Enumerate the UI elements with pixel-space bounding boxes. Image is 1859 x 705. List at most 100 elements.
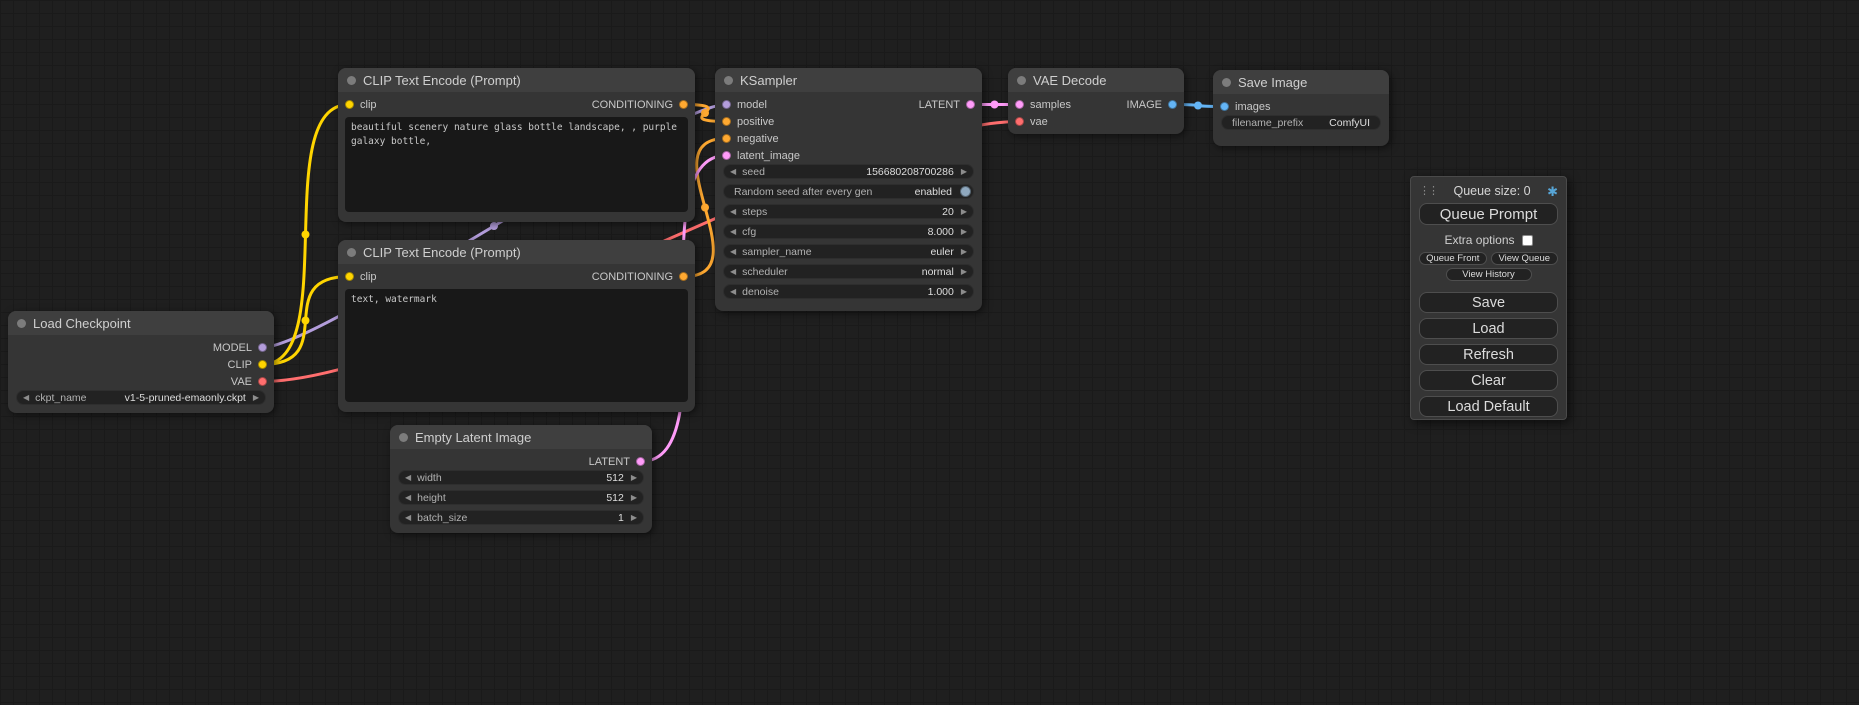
prompt-textarea[interactable]: text, watermark bbox=[345, 289, 688, 402]
load-button[interactable]: Load bbox=[1419, 318, 1558, 339]
widget-label: seed bbox=[742, 166, 765, 178]
decrement-arrow-icon[interactable]: ◀ bbox=[730, 268, 736, 276]
slot-row: clip CONDITIONING bbox=[338, 268, 695, 285]
output-port-conditioning[interactable] bbox=[679, 100, 688, 109]
prompt-textarea[interactable]: beautiful scenery nature glass bottle la… bbox=[345, 117, 688, 212]
increment-arrow-icon[interactable]: ▶ bbox=[631, 514, 637, 522]
view-queue-button[interactable]: View Queue bbox=[1491, 252, 1559, 265]
decrement-arrow-icon[interactable]: ◀ bbox=[730, 168, 736, 176]
input-port-clip[interactable] bbox=[345, 100, 354, 109]
queue-prompt-button[interactable]: Queue Prompt bbox=[1419, 203, 1558, 225]
refresh-button[interactable]: Refresh bbox=[1419, 344, 1558, 365]
widget-cfg[interactable]: ◀ cfg 8.000 ▶ bbox=[723, 224, 974, 239]
widget-batch-size[interactable]: ◀ batch_size 1 ▶ bbox=[398, 510, 644, 525]
widget-seed[interactable]: ◀ seed 156680208700286 ▶ bbox=[723, 164, 974, 179]
node-title-bar[interactable]: CLIP Text Encode (Prompt) bbox=[338, 68, 695, 92]
output-port-clip[interactable] bbox=[258, 360, 267, 369]
drag-handle-icon[interactable]: ⋮⋮ bbox=[1419, 186, 1437, 197]
input-port-clip[interactable] bbox=[345, 272, 354, 281]
widget-value: 512 bbox=[606, 472, 624, 484]
collapse-dot-icon[interactable] bbox=[399, 433, 408, 442]
node-ksampler[interactable]: KSampler model LATENT positive bbox=[715, 68, 982, 311]
widget-sampler-name[interactable]: ◀ sampler_name euler ▶ bbox=[723, 244, 974, 259]
decrement-arrow-icon[interactable]: ◀ bbox=[730, 248, 736, 256]
input-port-negative[interactable] bbox=[722, 134, 731, 143]
slot-row: samples IMAGE bbox=[1008, 96, 1184, 113]
node-title-bar[interactable]: Save Image bbox=[1213, 70, 1389, 94]
node-vae-decode[interactable]: VAE Decode samples IMAGE vae bbox=[1008, 68, 1184, 134]
widget-width[interactable]: ◀ width 512 ▶ bbox=[398, 470, 644, 485]
increment-arrow-icon[interactable]: ▶ bbox=[961, 208, 967, 216]
slot-row: images bbox=[1213, 98, 1389, 115]
seed-toggle-knob[interactable] bbox=[960, 186, 971, 197]
settings-gear-icon[interactable]: ✱ bbox=[1547, 185, 1558, 198]
node-title-bar[interactable]: Empty Latent Image bbox=[390, 425, 652, 449]
output-port-latent[interactable] bbox=[636, 457, 645, 466]
increment-arrow-icon[interactable]: ▶ bbox=[961, 228, 967, 236]
increment-arrow-icon[interactable]: ▶ bbox=[631, 494, 637, 502]
widget-value: ComfyUI bbox=[1329, 117, 1370, 129]
node-title-bar[interactable]: CLIP Text Encode (Prompt) bbox=[338, 240, 695, 264]
view-history-button[interactable]: View History bbox=[1446, 268, 1532, 281]
widget-height[interactable]: ◀ height 512 ▶ bbox=[398, 490, 644, 505]
load-default-button[interactable]: Load Default bbox=[1419, 396, 1558, 417]
widget-filename-prefix[interactable]: filename_prefix ComfyUI bbox=[1221, 115, 1381, 130]
graph-canvas[interactable]: Load Checkpoint MODEL CLIP VAE bbox=[0, 0, 1859, 705]
node-save-image[interactable]: Save Image images filename_prefix ComfyU… bbox=[1213, 70, 1389, 146]
collapse-dot-icon[interactable] bbox=[17, 319, 26, 328]
output-row: CLIP bbox=[8, 356, 274, 373]
increment-arrow-icon[interactable]: ▶ bbox=[631, 474, 637, 482]
clear-button[interactable]: Clear bbox=[1419, 370, 1558, 391]
increment-arrow-icon[interactable]: ▶ bbox=[961, 248, 967, 256]
increment-arrow-icon[interactable]: ▶ bbox=[253, 394, 259, 402]
output-label-clip: CLIP bbox=[228, 359, 252, 371]
link-midpoint-dot bbox=[302, 317, 310, 325]
output-port-model[interactable] bbox=[258, 343, 267, 352]
decrement-arrow-icon[interactable]: ◀ bbox=[730, 288, 736, 296]
node-clip-text-encode-positive[interactable]: CLIP Text Encode (Prompt) clip CONDITION… bbox=[338, 68, 695, 222]
widget-steps[interactable]: ◀ steps 20 ▶ bbox=[723, 204, 974, 219]
history-row: View History bbox=[1419, 268, 1558, 281]
input-port-images[interactable] bbox=[1220, 102, 1229, 111]
increment-arrow-icon[interactable]: ▶ bbox=[961, 168, 967, 176]
decrement-arrow-icon[interactable]: ◀ bbox=[405, 474, 411, 482]
node-clip-text-encode-negative[interactable]: CLIP Text Encode (Prompt) clip CONDITION… bbox=[338, 240, 695, 412]
decrement-arrow-icon[interactable]: ◀ bbox=[405, 514, 411, 522]
link-midpoint-dot bbox=[302, 231, 310, 239]
widget-random-seed-toggle[interactable]: Random seed after every gen enabled bbox=[723, 184, 974, 199]
extra-options-checkbox[interactable] bbox=[1522, 235, 1533, 246]
output-port-vae[interactable] bbox=[258, 377, 267, 386]
output-port-conditioning[interactable] bbox=[679, 272, 688, 281]
queue-front-button[interactable]: Queue Front bbox=[1419, 252, 1487, 265]
widget-ckpt-name[interactable]: ◀ ckpt_name v1-5-pruned-emaonly.ckpt ▶ bbox=[16, 390, 266, 405]
decrement-arrow-icon[interactable]: ◀ bbox=[405, 494, 411, 502]
widget-label: Random seed after every gen bbox=[734, 186, 872, 198]
collapse-dot-icon[interactable] bbox=[1017, 76, 1026, 85]
output-port-latent[interactable] bbox=[966, 100, 975, 109]
widget-denoise[interactable]: ◀ denoise 1.000 ▶ bbox=[723, 284, 974, 299]
node-load-checkpoint[interactable]: Load Checkpoint MODEL CLIP VAE bbox=[8, 311, 274, 413]
input-port-vae[interactable] bbox=[1015, 117, 1024, 126]
collapse-dot-icon[interactable] bbox=[347, 248, 356, 257]
input-port-model[interactable] bbox=[722, 100, 731, 109]
input-port-latent-image[interactable] bbox=[722, 151, 731, 160]
link-midpoint-dot bbox=[701, 204, 709, 212]
widget-scheduler[interactable]: ◀ scheduler normal ▶ bbox=[723, 264, 974, 279]
node-title-bar[interactable]: KSampler bbox=[715, 68, 982, 92]
input-port-positive[interactable] bbox=[722, 117, 731, 126]
increment-arrow-icon[interactable]: ▶ bbox=[961, 288, 967, 296]
decrement-arrow-icon[interactable]: ◀ bbox=[730, 228, 736, 236]
output-port-image[interactable] bbox=[1168, 100, 1177, 109]
node-title-bar[interactable]: Load Checkpoint bbox=[8, 311, 274, 335]
collapse-dot-icon[interactable] bbox=[1222, 78, 1231, 87]
decrement-arrow-icon[interactable]: ◀ bbox=[23, 394, 29, 402]
collapse-dot-icon[interactable] bbox=[347, 76, 356, 85]
decrement-arrow-icon[interactable]: ◀ bbox=[730, 208, 736, 216]
node-empty-latent-image[interactable]: Empty Latent Image LATENT ◀ width 512 ▶ … bbox=[390, 425, 652, 533]
node-title-bar[interactable]: VAE Decode bbox=[1008, 68, 1184, 92]
increment-arrow-icon[interactable]: ▶ bbox=[961, 268, 967, 276]
collapse-dot-icon[interactable] bbox=[724, 76, 733, 85]
input-port-samples[interactable] bbox=[1015, 100, 1024, 109]
slot-row: model LATENT bbox=[715, 96, 982, 113]
save-button[interactable]: Save bbox=[1419, 292, 1558, 313]
